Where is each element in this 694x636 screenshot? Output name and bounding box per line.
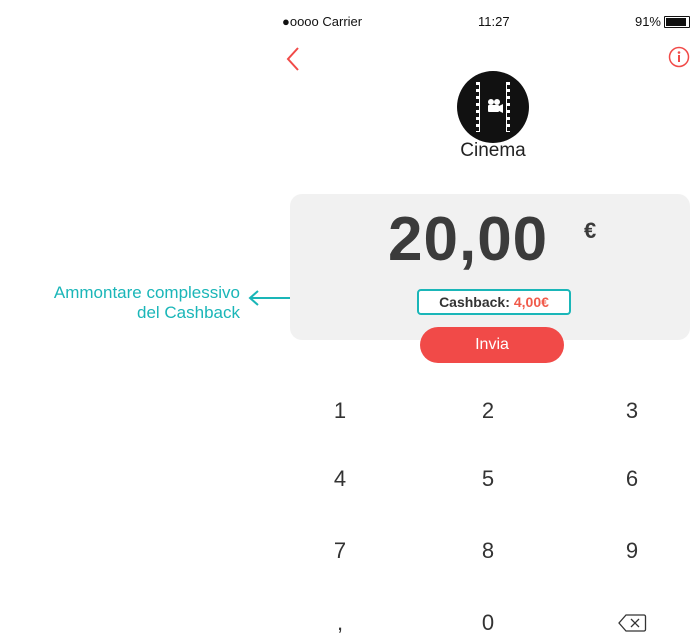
key-2[interactable]: 2 [438, 388, 538, 434]
back-button[interactable] [284, 46, 304, 72]
key-0[interactable]: 0 [438, 600, 538, 636]
status-bar: ●oooo Carrier 11:27 91% [282, 12, 694, 34]
carrier-label: ●oooo Carrier [282, 14, 363, 29]
cashback-badge: Cashback: 4,00€ [417, 289, 571, 315]
key-3[interactable]: 3 [582, 388, 682, 434]
battery-icon [664, 15, 690, 28]
key-1[interactable]: 1 [290, 388, 390, 434]
category-title: Cinema [460, 140, 526, 161]
key-7[interactable]: 7 [290, 528, 390, 574]
key-5[interactable]: 5 [438, 456, 538, 502]
battery-indicator: 91% [635, 14, 690, 29]
numeric-keypad: 1 2 3 4 5 6 7 8 9 , 0 [290, 388, 694, 636]
backspace-icon [618, 614, 647, 632]
film-camera-icon [457, 71, 529, 143]
key-6[interactable]: 6 [582, 456, 682, 502]
info-button[interactable] [668, 46, 690, 68]
chevron-left-icon [286, 47, 299, 71]
send-button[interactable]: Invia [420, 327, 564, 363]
annotation-label: Ammontare complessivo del Cashback [0, 283, 240, 323]
cashback-label: Cashback: [439, 294, 510, 310]
key-8[interactable]: 8 [438, 528, 538, 574]
amount-value: 20,00 [388, 205, 549, 274]
screen-root: Ammontare complessivo del Cashback ●oooo… [0, 0, 694, 636]
battery-percent: 91% [634, 14, 661, 29]
info-icon [668, 46, 690, 68]
annotation-line-1: Ammontare complessivo [53, 283, 240, 302]
cashback-value: 4,00€ [513, 294, 549, 310]
status-time: 11:27 [478, 14, 510, 29]
key-comma[interactable]: , [290, 600, 390, 636]
annotation-line-2: del Cashback [136, 303, 240, 322]
backspace-key[interactable] [582, 600, 682, 636]
key-4[interactable]: 4 [290, 456, 390, 502]
currency-symbol: € [584, 218, 597, 243]
key-9[interactable]: 9 [582, 528, 682, 574]
